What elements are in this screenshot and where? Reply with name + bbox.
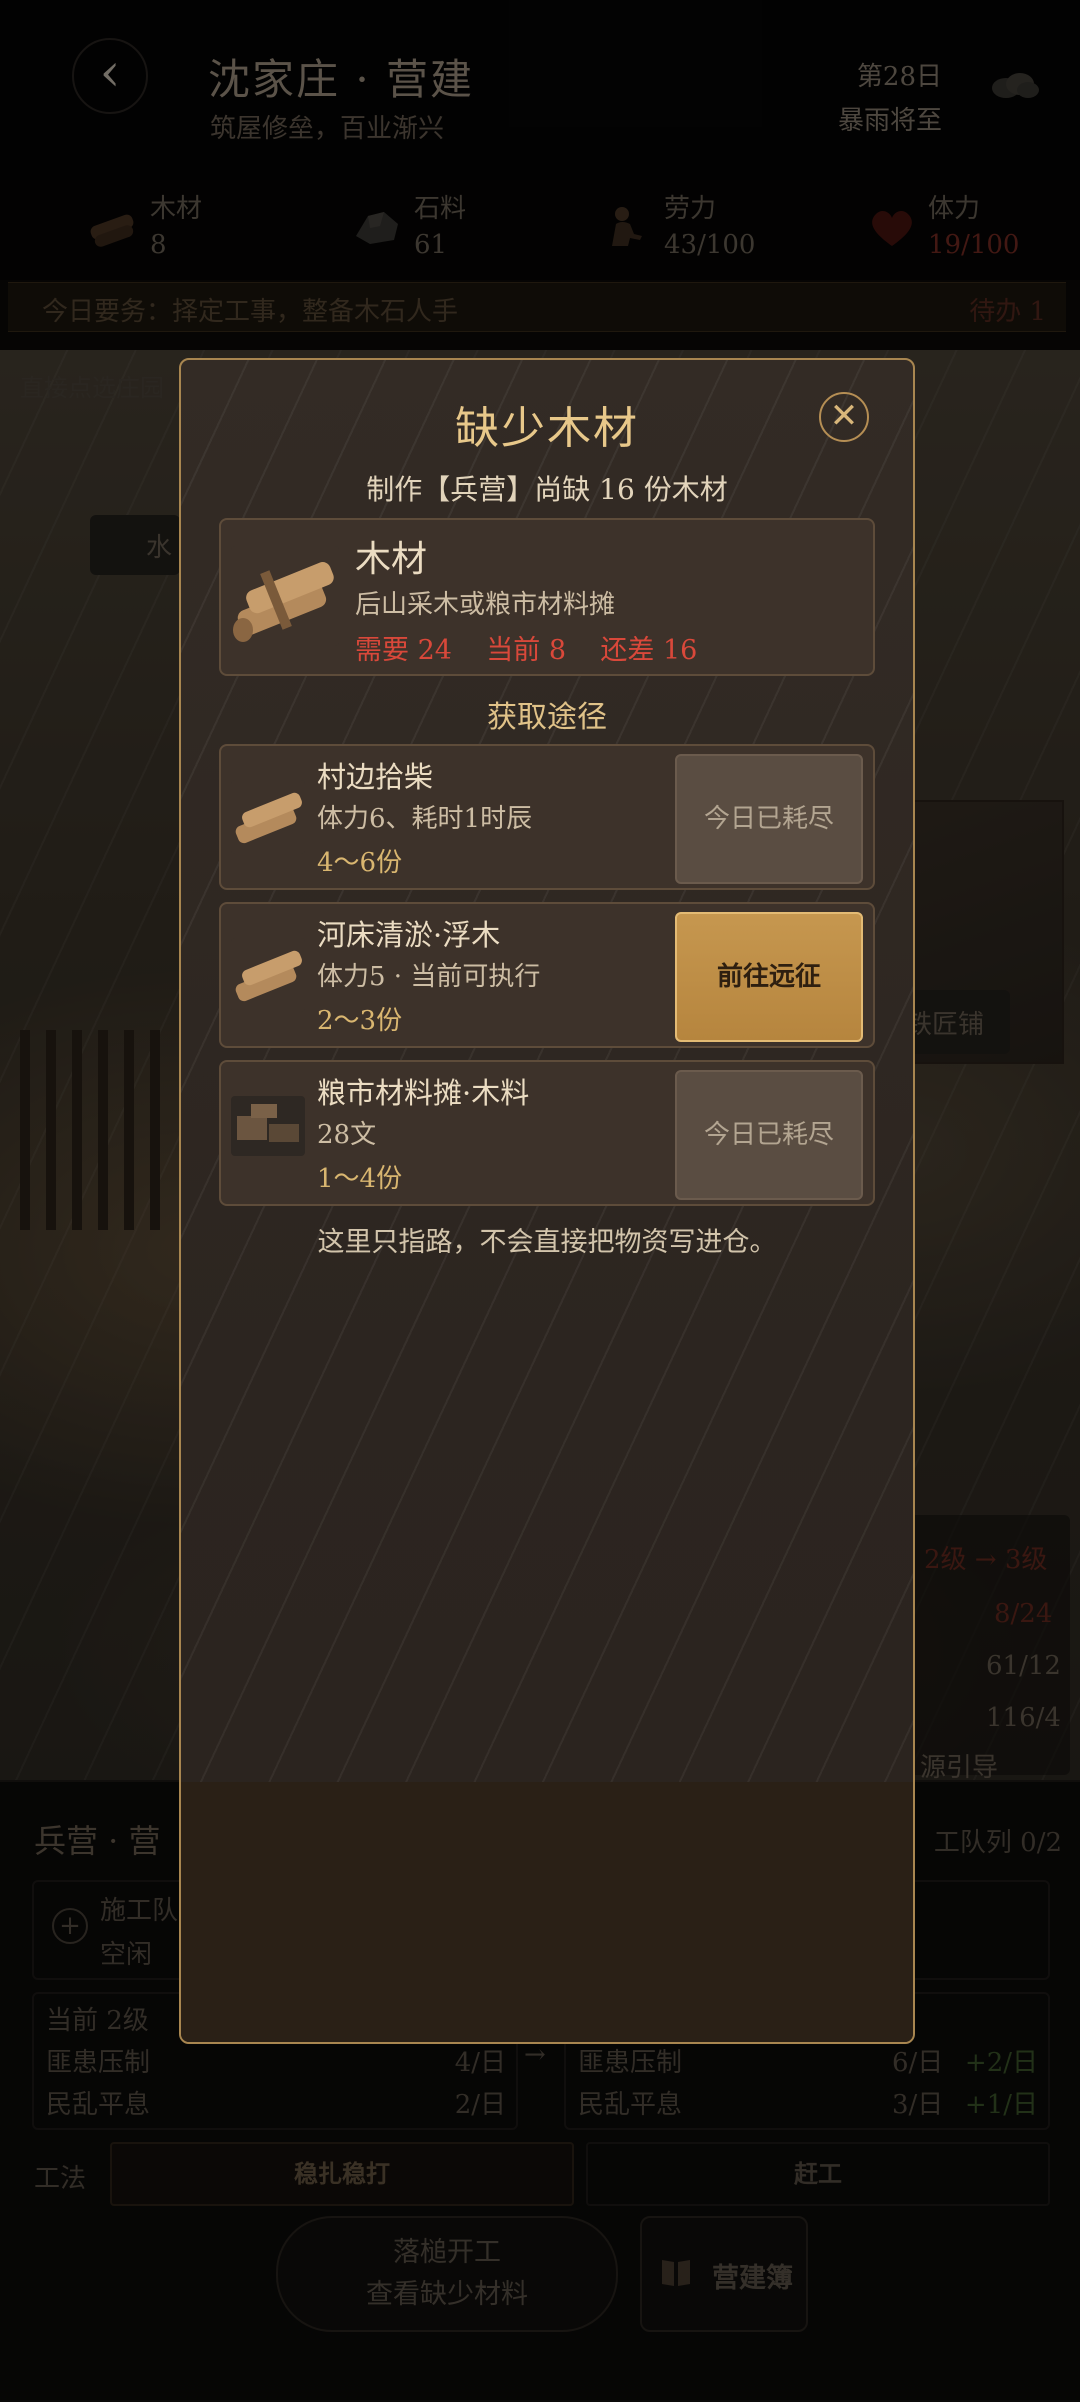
dialog-note: 这里只指路，不会直接把物资写进仓。 bbox=[317, 1227, 777, 1258]
route-exhausted-button[interactable]: 今日已耗尽 bbox=[675, 754, 863, 884]
route-item: 粮市材料摊·木料 28文 1～4份 今日已耗尽 bbox=[219, 1060, 875, 1206]
route-name: 村边拾柴 bbox=[317, 760, 434, 794]
material-card: 木材 后山采木或粮市材料摊 需要 24 当前 8 还差 16 bbox=[219, 518, 875, 676]
dialog-subtitle: 制作【兵营】尚缺 16 份木材 bbox=[366, 473, 728, 506]
route-cost: 体力5 · 当前可执行 bbox=[317, 962, 541, 992]
dialog-title: 缺少木材 bbox=[455, 403, 639, 454]
material-shortage: 需要 24 当前 8 还差 16 bbox=[355, 635, 698, 666]
routes-heading: 获取途径 bbox=[487, 700, 607, 735]
route-yield: 2～3份 bbox=[317, 1006, 403, 1036]
route-name: 河床清淤·浮木 bbox=[317, 918, 501, 952]
material-name: 木材 bbox=[355, 539, 428, 580]
wood-plank-icon bbox=[231, 938, 305, 1012]
market-stall-icon bbox=[231, 1096, 305, 1156]
route-name: 粮市材料摊·木料 bbox=[317, 1076, 530, 1110]
go-expedition-button[interactable]: 前往远征 bbox=[675, 912, 863, 1042]
dialog-footer-area bbox=[181, 1782, 913, 2042]
route-yield: 4～6份 bbox=[317, 848, 403, 878]
wood-plank-icon bbox=[231, 780, 305, 854]
material-description: 后山采木或粮市材料摊 bbox=[355, 590, 616, 620]
route-item: 河床清淤·浮木 体力5 · 当前可执行 2～3份 前往远征 bbox=[219, 902, 875, 1048]
route-cost: 28文 bbox=[317, 1120, 377, 1150]
route-exhausted-button[interactable]: 今日已耗尽 bbox=[675, 1070, 863, 1200]
route-yield: 1～4份 bbox=[317, 1164, 403, 1194]
route-cost: 体力6、耗时1时辰 bbox=[317, 804, 533, 834]
route-item: 村边拾柴 体力6、耗时1时辰 4～6份 今日已耗尽 bbox=[219, 744, 875, 890]
wood-plank-icon bbox=[231, 546, 339, 646]
missing-material-dialog: 缺少木材 ✕ 制作【兵营】尚缺 16 份木材 木材 后山采木或粮市材料摊 需要 … bbox=[179, 358, 915, 2044]
close-button[interactable]: ✕ bbox=[819, 392, 869, 442]
